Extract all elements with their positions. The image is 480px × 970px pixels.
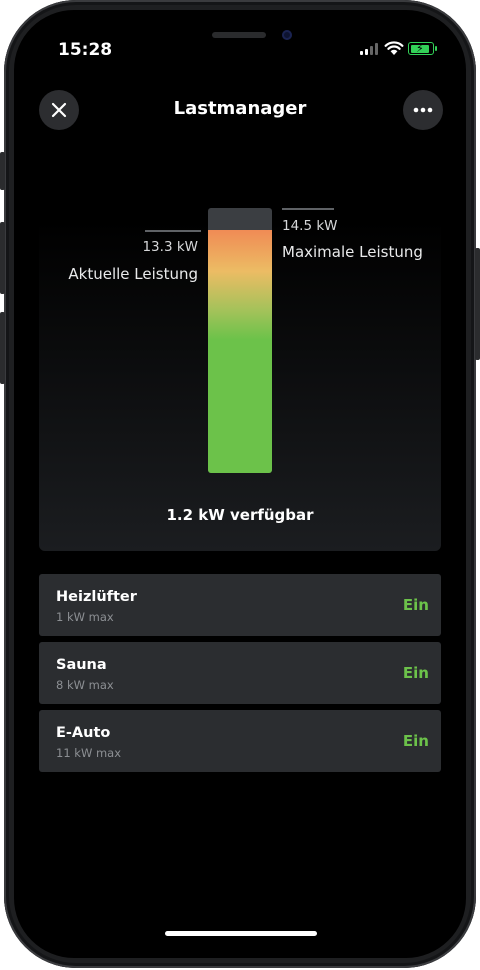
device-max-power: 1 kW max bbox=[56, 610, 114, 624]
volume-up-button bbox=[0, 222, 5, 294]
front-camera bbox=[282, 30, 292, 40]
status-time: 15:28 bbox=[58, 40, 113, 60]
wifi-icon bbox=[384, 41, 404, 55]
device-max-power: 8 kW max bbox=[56, 678, 114, 692]
max-power-value: 14.5 kW bbox=[282, 218, 338, 234]
current-power-value: 13.3 kW bbox=[142, 239, 198, 255]
device-name: Sauna bbox=[56, 657, 107, 673]
home-indicator[interactable] bbox=[165, 931, 317, 936]
device-state[interactable]: Ein bbox=[403, 664, 429, 682]
device-row-e-auto[interactable]: E-Auto 11 kW max Ein bbox=[39, 710, 441, 772]
battery-icon: ⚡ bbox=[408, 42, 437, 55]
max-power-marker bbox=[282, 208, 334, 210]
device-max-power: 11 kW max bbox=[56, 746, 122, 760]
more-options-button[interactable] bbox=[403, 90, 443, 130]
cellular-signal-icon bbox=[360, 43, 378, 55]
device-name: Heizlüfter bbox=[56, 589, 137, 605]
device-state[interactable]: Ein bbox=[403, 732, 429, 750]
current-power-label: Aktuelle Leistung bbox=[68, 265, 198, 283]
app-screen: 15:28 ⚡ Lastmanager 13.3 kW Aktuelle Lei… bbox=[14, 10, 466, 958]
available-power-text: 1.2 kW verfügbar bbox=[166, 506, 314, 524]
more-icon bbox=[413, 107, 433, 113]
volume-down-button bbox=[0, 312, 5, 384]
max-power-label: Maximale Leistung bbox=[282, 243, 423, 261]
current-power-marker bbox=[145, 230, 201, 232]
device-name: E-Auto bbox=[56, 725, 111, 741]
device-row-sauna[interactable]: Sauna 8 kW max Ein bbox=[39, 642, 441, 704]
device-state[interactable]: Ein bbox=[403, 596, 429, 614]
silent-switch bbox=[0, 152, 5, 190]
earpiece-speaker bbox=[212, 32, 266, 38]
page-title: Lastmanager bbox=[173, 98, 307, 119]
charging-bolt-icon: ⚡ bbox=[416, 42, 424, 55]
load-bar bbox=[208, 208, 272, 473]
power-button bbox=[475, 248, 480, 360]
load-bar-fill bbox=[208, 230, 272, 473]
device-row-heizluefter[interactable]: Heizlüfter 1 kW max Ein bbox=[39, 574, 441, 636]
